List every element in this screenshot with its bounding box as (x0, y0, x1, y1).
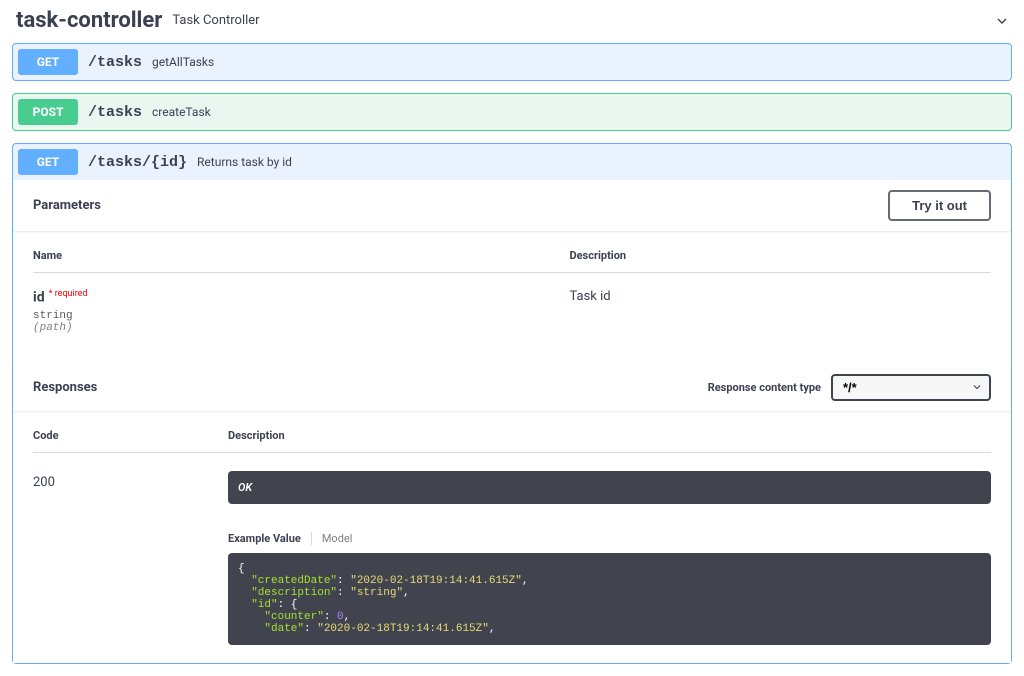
operation-description: Returns task by id (197, 155, 292, 169)
operation-description: getAllTasks (152, 55, 214, 69)
content-type-select[interactable]: */* (831, 374, 991, 401)
parameter-in: (path) (33, 322, 569, 334)
column-header-name: Name (33, 249, 569, 262)
tab-example-value[interactable]: Example Value (228, 532, 311, 545)
method-badge: POST (18, 99, 78, 125)
tab-model[interactable]: Model (311, 532, 363, 545)
response-description-cell: OK Example ValueModel { "createdDate": "… (228, 471, 991, 645)
tag-name: task-controller (16, 8, 162, 33)
operation-get-task-by-id: GET /tasks/{id} Returns task by id Param… (12, 143, 1012, 664)
parameter-description: Task id (569, 289, 991, 334)
responses-table: Code Description 200 OK Example ValueMod… (13, 411, 1011, 663)
content-type-select-wrap: */* (831, 374, 991, 401)
method-badge: GET (18, 49, 78, 75)
chevron-down-icon (992, 11, 1012, 31)
parameter-required-badge: required (49, 289, 88, 299)
responses-header: Responses Response content type */* (13, 364, 1011, 411)
parameter-name: id (33, 290, 45, 306)
example-value-code[interactable]: { "createdDate": "2020-02-18T19:14:41.61… (228, 553, 991, 645)
column-header-description: Description (228, 429, 991, 442)
tag-header[interactable]: task-controller Task Controller (12, 0, 1012, 43)
model-tabs: Example ValueModel (228, 532, 991, 545)
response-message: OK (228, 471, 991, 504)
parameters-title: Parameters (33, 198, 888, 213)
operation-path: /tasks (88, 54, 142, 71)
response-row: 200 OK Example ValueModel { "createdDate… (33, 471, 991, 645)
operation-get-tasks: GET /tasks getAllTasks (12, 43, 1012, 81)
parameters-header: Parameters Try it out (13, 180, 1011, 231)
parameter-row: id required string (path) Task id (33, 289, 991, 334)
operation-post-tasks: POST /tasks createTask (12, 93, 1012, 131)
method-badge: GET (18, 149, 78, 175)
operation-summary[interactable]: POST /tasks createTask (13, 94, 1011, 130)
operation-path: /tasks/{id} (88, 154, 187, 171)
parameter-type: string (33, 310, 569, 322)
operation-summary[interactable]: GET /tasks getAllTasks (13, 44, 1011, 80)
content-type-label: Response content type (708, 381, 821, 394)
tag-description: Task Controller (172, 13, 992, 28)
operation-path: /tasks (88, 104, 142, 121)
try-it-out-button[interactable]: Try it out (888, 190, 991, 221)
parameter-name-cell: id required string (path) (33, 289, 569, 334)
operation-body: Parameters Try it out Name Description i… (13, 180, 1011, 663)
table-header-row: Name Description (33, 249, 991, 273)
responses-title: Responses (33, 380, 708, 395)
parameters-table: Name Description id required string (path… (13, 231, 1011, 364)
response-code: 200 (33, 471, 228, 645)
operation-description: createTask (152, 105, 211, 119)
operation-summary[interactable]: GET /tasks/{id} Returns task by id (13, 144, 1011, 180)
column-header-description: Description (569, 249, 991, 262)
column-header-code: Code (33, 429, 228, 442)
table-header-row: Code Description (33, 429, 991, 453)
